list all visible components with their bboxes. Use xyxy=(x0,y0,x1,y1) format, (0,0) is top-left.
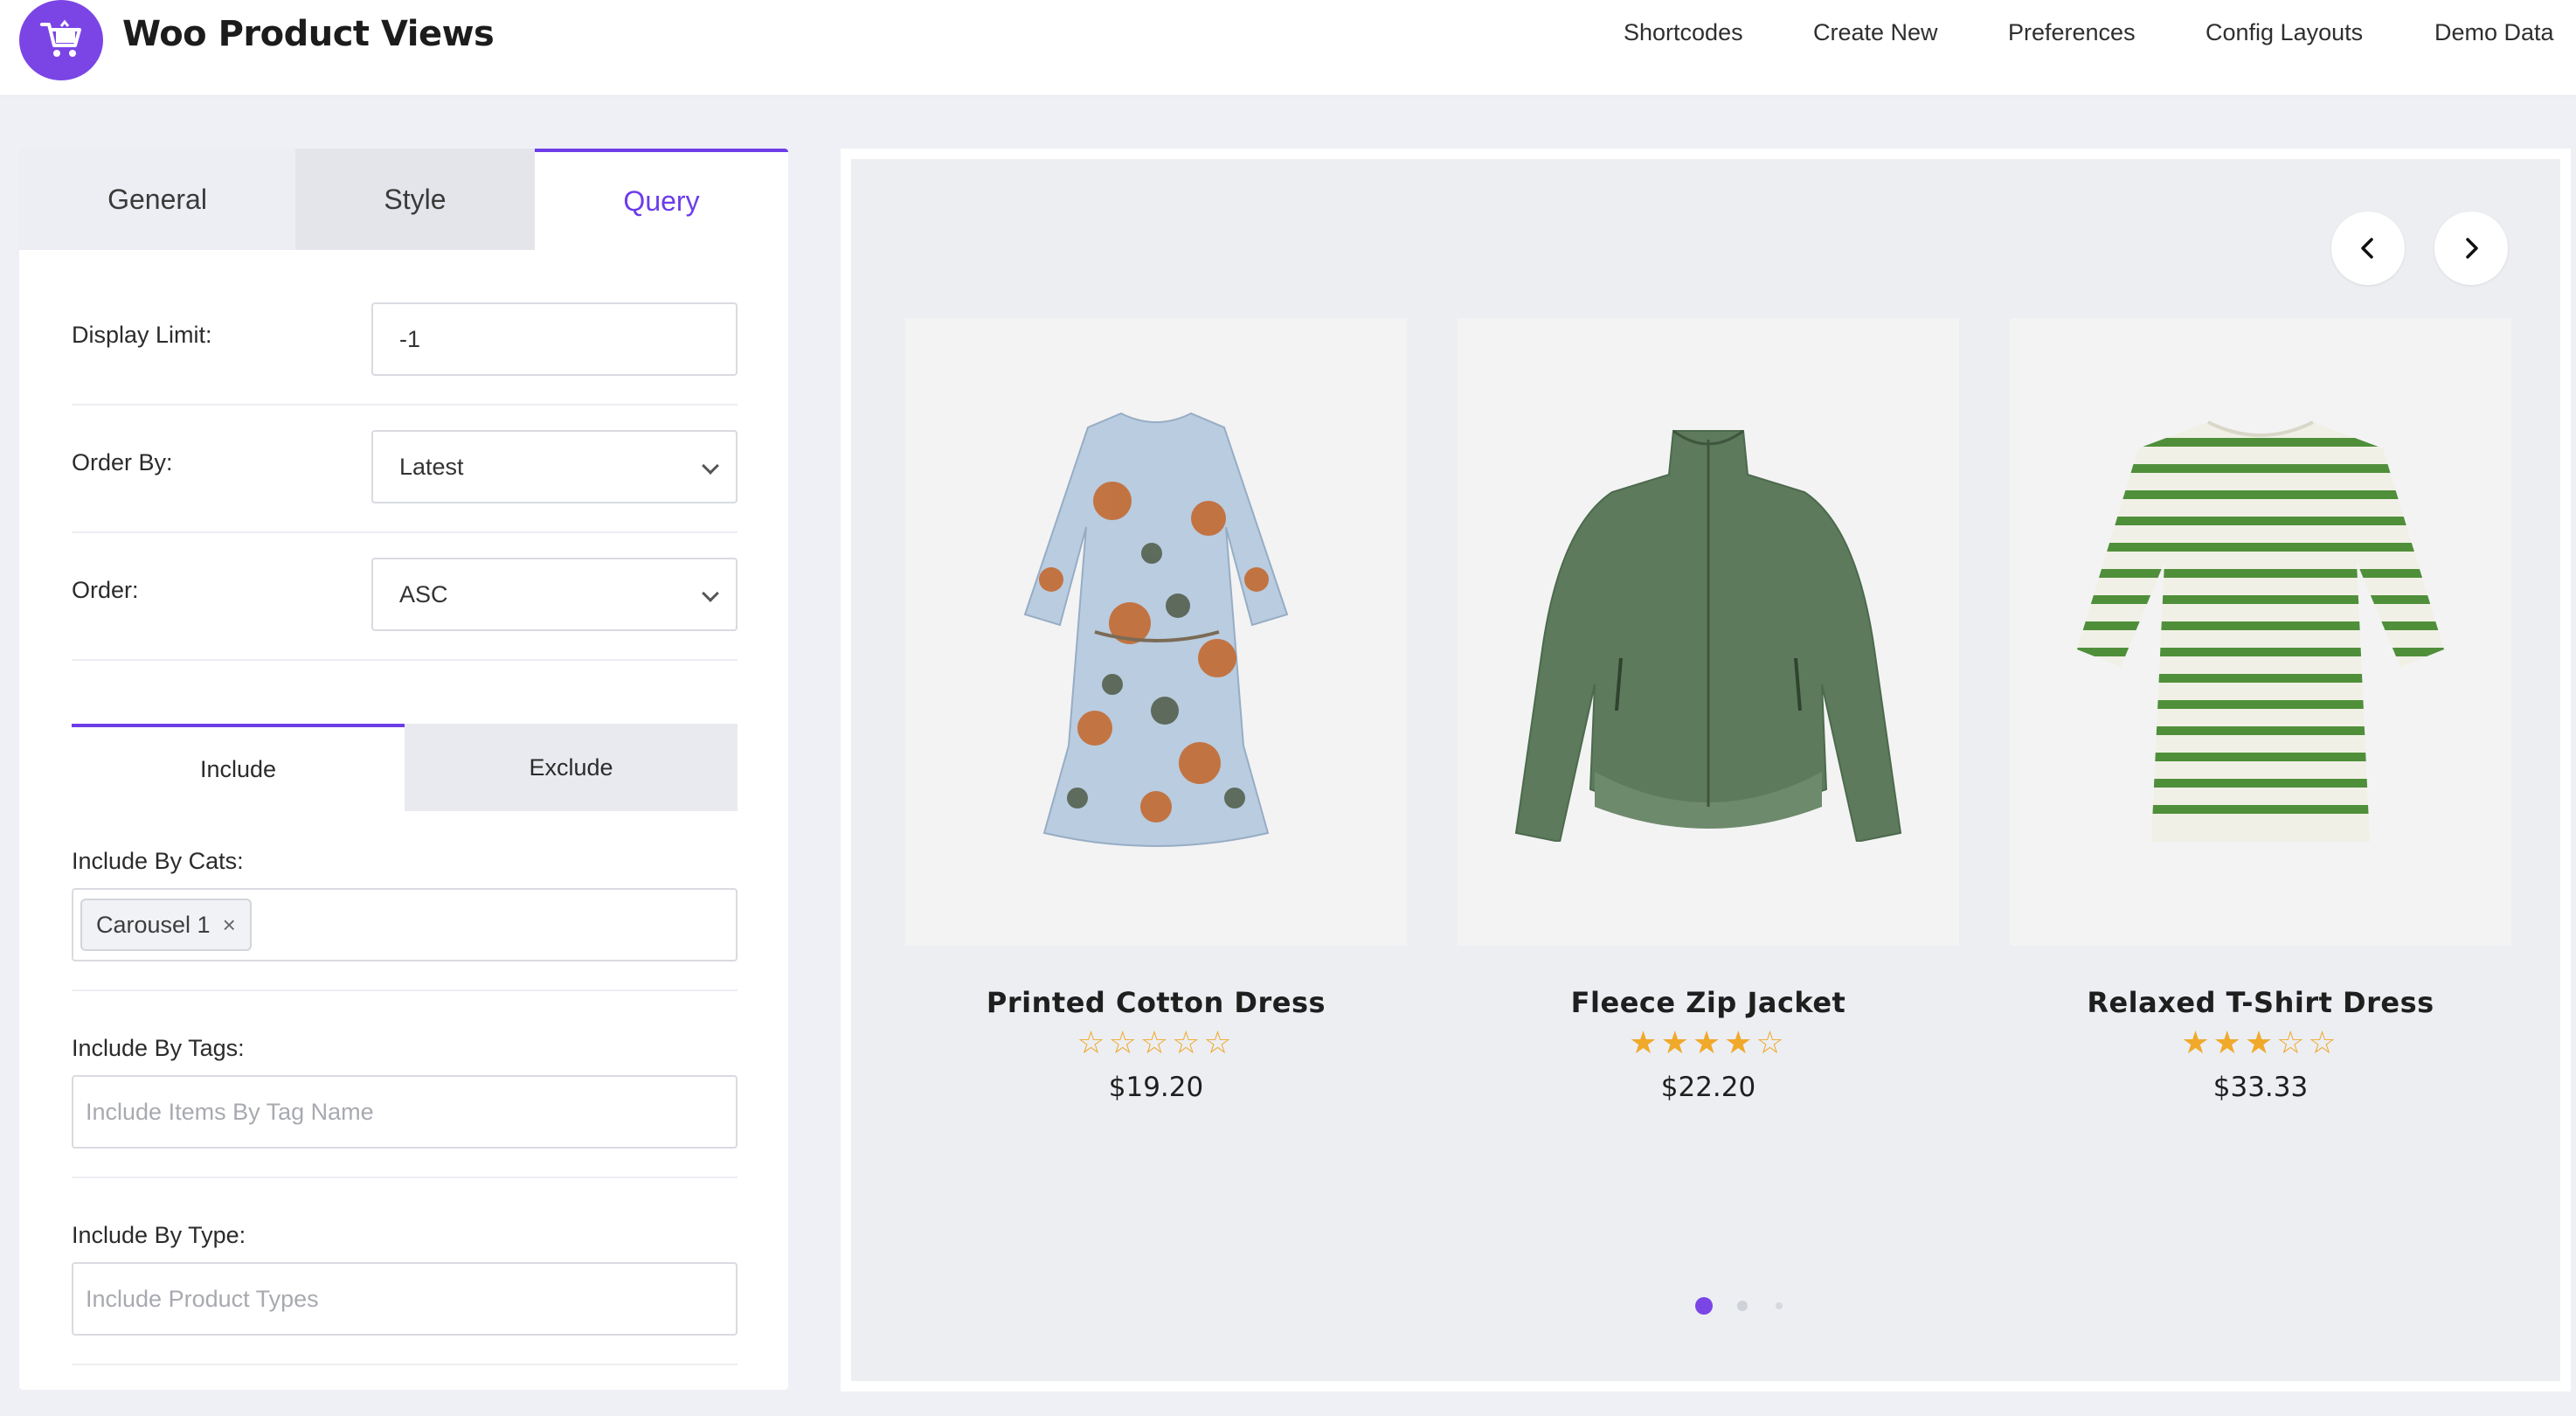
order-value: ASC xyxy=(399,580,448,607)
rating-stars: ★★★☆☆ xyxy=(2181,1024,2340,1060)
order-by-label: Order By: xyxy=(72,449,173,475)
include-type-label: Include By Type: xyxy=(72,1222,246,1248)
chevron-right-icon xyxy=(2466,238,2478,259)
tab-style[interactable]: Style xyxy=(295,149,535,250)
product-title[interactable]: Fleece Zip Jacket xyxy=(1458,986,1959,1019)
chevron-down-icon xyxy=(702,457,719,475)
nav-demo-data[interactable]: Demo Data xyxy=(2434,19,2554,46)
rating-stars: ☆☆☆☆☆ xyxy=(1077,1024,1236,1060)
logo[interactable] xyxy=(19,0,103,80)
carousel-next-button[interactable] xyxy=(2434,212,2508,285)
divider xyxy=(72,659,737,661)
divider xyxy=(72,989,737,991)
divider xyxy=(72,1177,737,1178)
order-by-select[interactable]: Latest xyxy=(371,430,737,503)
product-image-striped-tshirt-dress xyxy=(2077,420,2444,842)
settings-panel: General Style Query Display Limit: -1 Or… xyxy=(19,149,788,1390)
include-tags-input[interactable]: Include Items By Tag Name xyxy=(72,1075,737,1149)
tab-general[interactable]: General xyxy=(19,149,295,250)
top-bar: Woo Product Views Shortcodes Create New … xyxy=(0,0,2576,96)
chip-label: Carousel 1 xyxy=(96,911,211,938)
include-exclude-tabs: Include Exclude xyxy=(72,724,737,811)
product-image-green-fleece-jacket xyxy=(1514,429,1902,842)
order-label: Order: xyxy=(72,577,139,603)
close-icon[interactable]: × xyxy=(223,912,236,939)
pagination-dot[interactable] xyxy=(1776,1302,1783,1309)
divider xyxy=(72,404,737,406)
product-image-floral-dress xyxy=(1023,412,1289,847)
chevron-left-icon xyxy=(2361,238,2373,259)
tab-exclude[interactable]: Exclude xyxy=(405,724,737,811)
category-chip: Carousel 1 × xyxy=(80,899,252,951)
product-title[interactable]: Relaxed T-Shirt Dress xyxy=(2010,986,2511,1019)
nav-shortcodes[interactable]: Shortcodes xyxy=(1624,19,1743,46)
product-carousel: Printed Cotton Dress ☆☆☆☆☆ $19.20 Fleece… xyxy=(851,159,2560,1381)
product-price: $22.20 xyxy=(1660,1072,1756,1103)
order-select[interactable]: ASC xyxy=(371,558,737,631)
order-by-value: Latest xyxy=(399,453,464,480)
tab-query[interactable]: Query xyxy=(535,149,788,250)
include-tags-label: Include By Tags: xyxy=(72,1035,245,1061)
product-card-relaxed-tshirt-dress[interactable] xyxy=(2010,318,2511,946)
divider xyxy=(72,1364,737,1365)
preview-panel: Printed Cotton Dress ☆☆☆☆☆ $19.20 Fleece… xyxy=(841,149,2571,1392)
product-card-fleece-zip-jacket[interactable] xyxy=(1458,318,1959,946)
carousel-prev-button[interactable] xyxy=(2331,212,2405,285)
pagination-dot[interactable] xyxy=(1737,1301,1748,1311)
shopping-cart-icon xyxy=(40,19,81,57)
include-cats-label: Include By Cats: xyxy=(72,848,244,874)
display-limit-input[interactable]: -1 xyxy=(371,302,737,376)
product-card-printed-cotton-dress[interactable] xyxy=(905,318,1407,946)
nav-preferences[interactable]: Preferences xyxy=(2008,19,2136,46)
app-title: Woo Product Views xyxy=(122,14,495,54)
nav-config-layouts[interactable]: Config Layouts xyxy=(2206,19,2363,46)
pagination-dot-active[interactable] xyxy=(1695,1297,1713,1315)
tab-include[interactable]: Include xyxy=(72,724,405,811)
include-cats-field[interactable]: Carousel 1 × xyxy=(72,888,737,961)
display-limit-label: Display Limit: xyxy=(72,322,212,348)
include-type-input[interactable]: Include Product Types xyxy=(72,1262,737,1336)
carousel-pagination xyxy=(851,1297,2560,1318)
settings-tabs: General Style Query xyxy=(19,149,788,250)
chevron-down-icon xyxy=(702,585,719,602)
product-price: $19.20 xyxy=(1108,1072,1204,1103)
divider xyxy=(72,531,737,533)
product-title[interactable]: Printed Cotton Dress xyxy=(905,986,1407,1019)
product-price: $33.33 xyxy=(2212,1072,2309,1103)
rating-stars: ★★★★☆ xyxy=(1629,1024,1788,1060)
nav-create-new[interactable]: Create New xyxy=(1813,19,1938,46)
